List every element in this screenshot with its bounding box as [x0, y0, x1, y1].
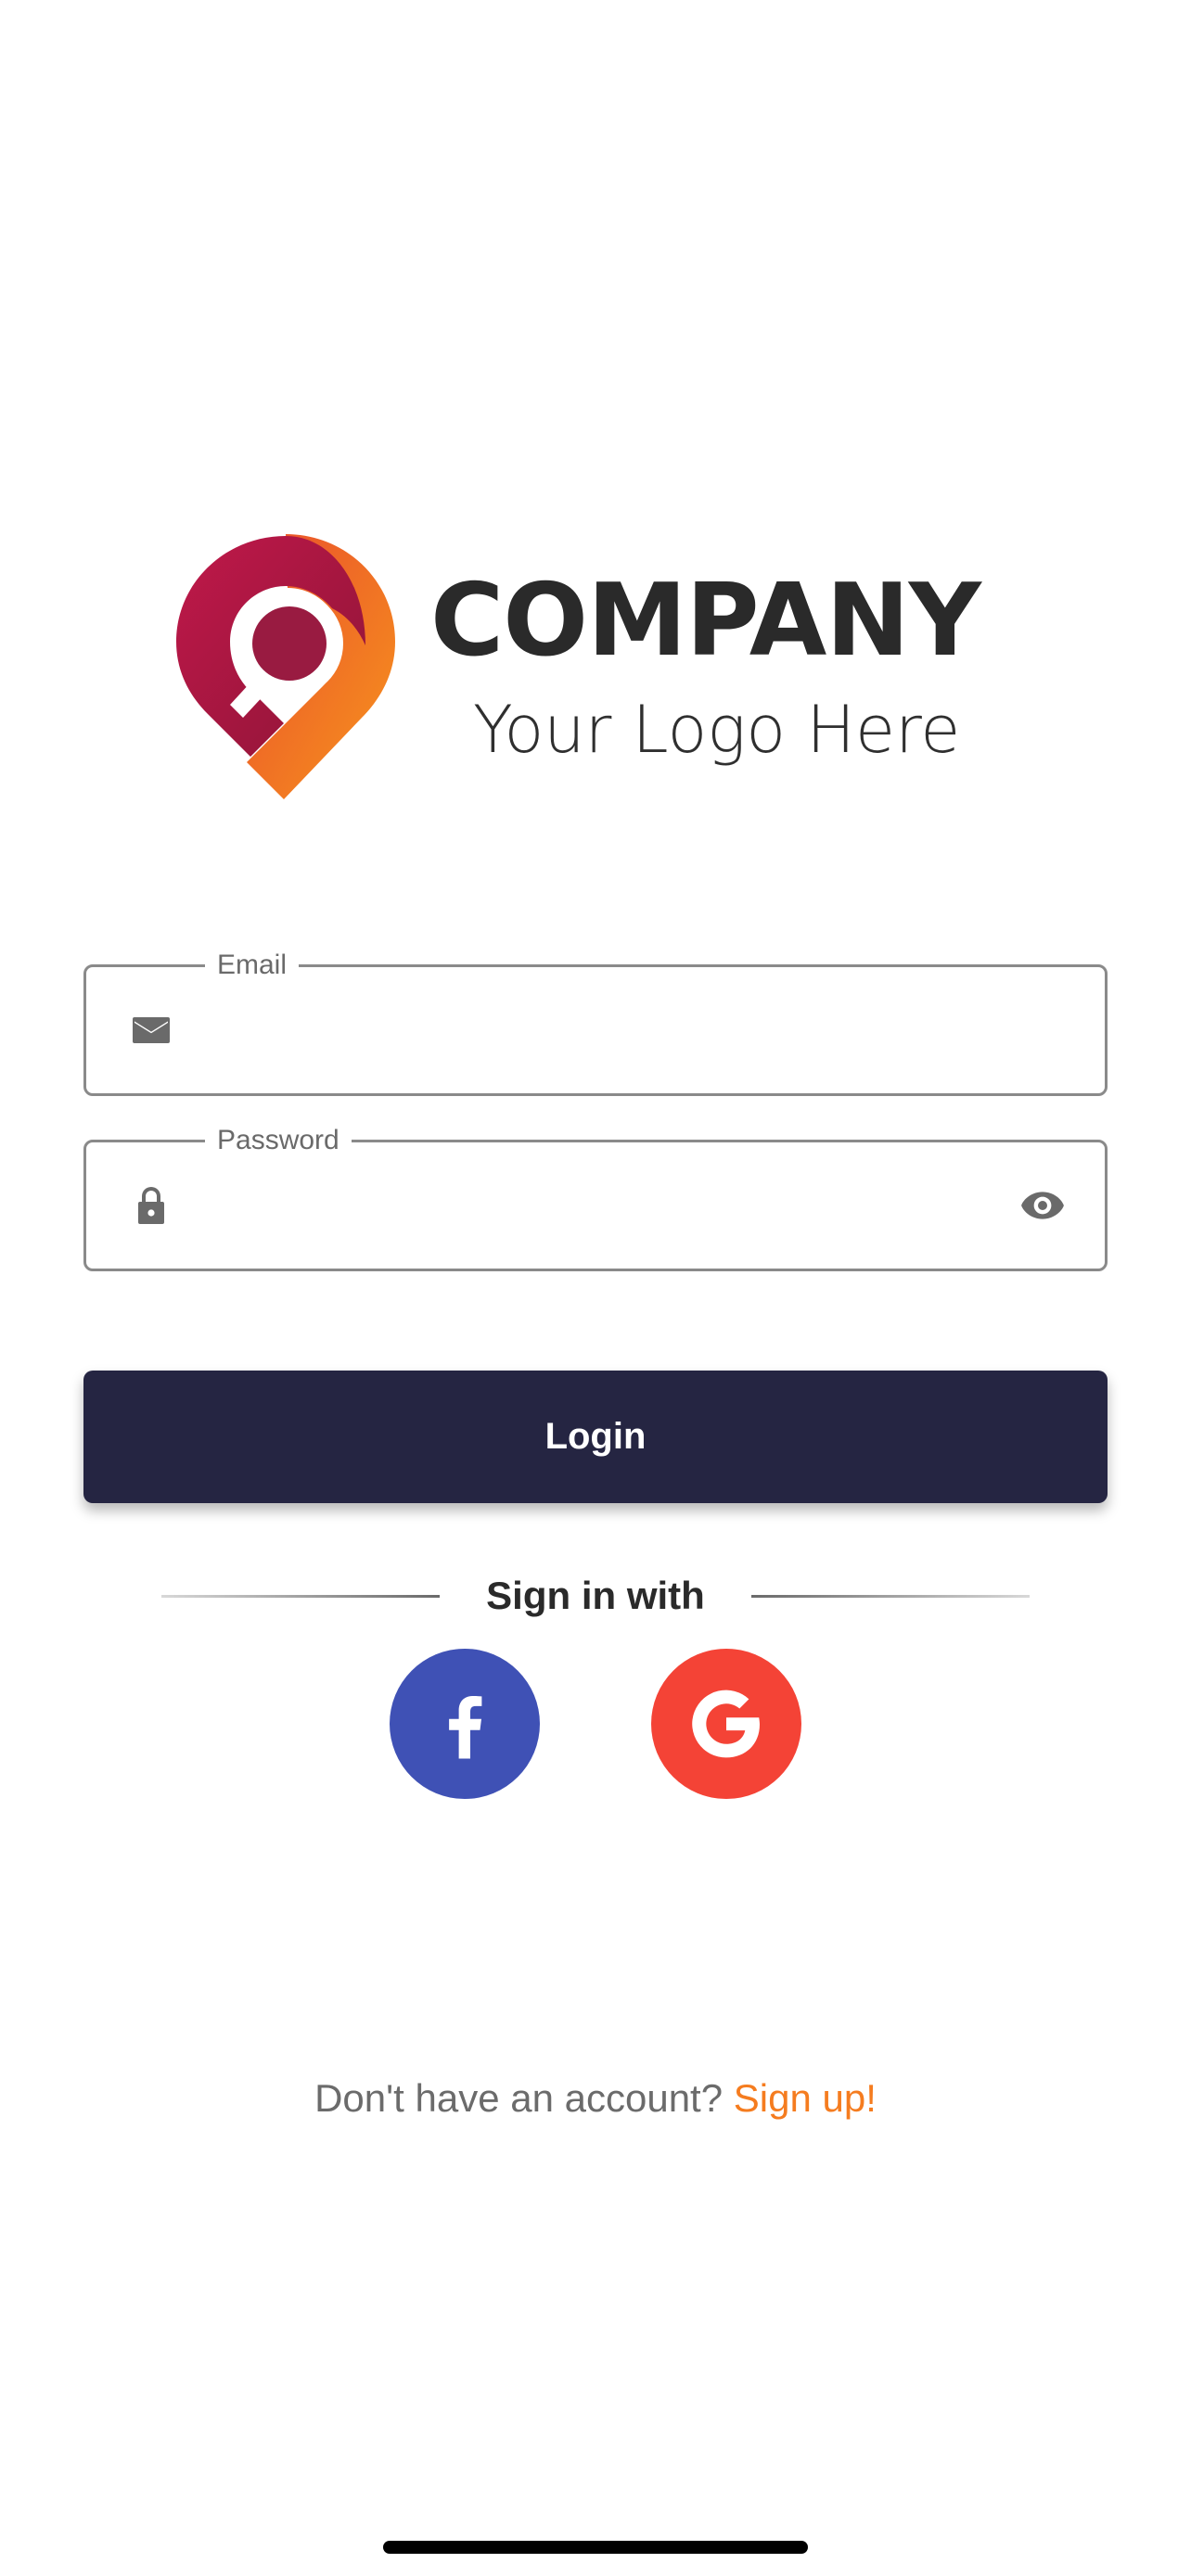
google-login-button[interactable]	[651, 1649, 801, 1799]
password-field-label: Password	[205, 1124, 352, 1157]
mail-icon	[133, 1017, 170, 1043]
signup-prompt: Don't have an account?	[314, 2076, 734, 2120]
home-indicator	[383, 2541, 808, 2554]
divider-line-right	[751, 1595, 1030, 1598]
company-name: COMPANY	[430, 563, 981, 679]
email-field-label: Email	[205, 949, 300, 982]
facebook-login-button[interactable]	[390, 1649, 540, 1799]
login-screen: COMPANY Your Logo Here Email Password Lo…	[0, 0, 1191, 2576]
google-icon	[692, 1690, 760, 1758]
password-field[interactable]: Password	[83, 1124, 1108, 1271]
login-button[interactable]: Login	[83, 1371, 1108, 1503]
company-logo: COMPANY Your Logo Here	[174, 532, 1028, 801]
password-input[interactable]	[207, 1170, 971, 1243]
eye-icon[interactable]	[1019, 1185, 1066, 1226]
signup-link[interactable]: Sign up!	[734, 2076, 877, 2120]
email-input[interactable]	[207, 995, 971, 1067]
facebook-icon	[449, 1696, 482, 1759]
signup-row: Don't have an account? Sign up!	[0, 2073, 1191, 2123]
location-pin-logo-icon	[176, 534, 395, 799]
lock-icon	[138, 1187, 164, 1224]
email-field[interactable]: Email	[83, 949, 1108, 1096]
company-tagline: Your Logo Here	[473, 692, 961, 768]
